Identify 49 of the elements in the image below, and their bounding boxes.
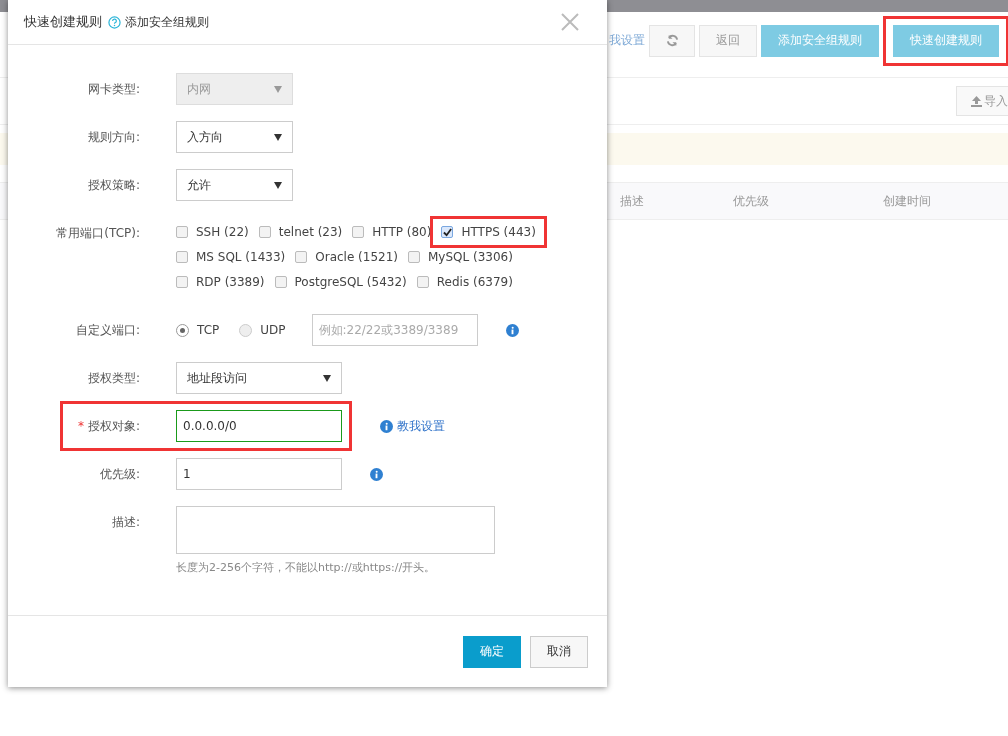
field-label: 优先级: <box>99 465 140 483</box>
port-checkbox[interactable]: MS SQL (1433) <box>176 250 286 264</box>
text-field[interactable]: 0.0.0.0/0 <box>176 410 342 442</box>
highlight-frame[interactable]: HTTPS (443) <box>430 216 547 248</box>
hint-text: 长度为2-256个字符，不能以http://或https://开头。 <box>176 560 437 575</box>
caret-icon <box>323 374 331 382</box>
port-checkbox[interactable]: MySQL (3306) <box>408 250 513 264</box>
close-icon[interactable] <box>561 13 579 31</box>
help-icon <box>108 15 121 29</box>
field-label: 常用端口(TCP): <box>56 224 140 242</box>
refresh-button[interactable] <box>649 24 695 57</box>
cancel-button[interactable]: 取消 <box>530 635 588 668</box>
upload-icon <box>971 95 982 107</box>
field-label: 规则方向: <box>87 128 140 146</box>
help-link[interactable]: 教我设置 <box>397 417 445 435</box>
port-field[interactable]: 例如:22/22或3389/3389 <box>311 314 478 346</box>
column-header: 描述 <box>620 192 645 210</box>
caret-icon <box>274 181 282 189</box>
port-checkbox[interactable]: PostgreSQL (5432) <box>274 275 407 289</box>
required-mark: * <box>77 419 84 433</box>
field-label: 自定义端口: <box>75 321 140 339</box>
field-label: 授权对象: <box>87 417 140 435</box>
port-checkbox[interactable]: Oracle (1521) <box>295 250 398 264</box>
radio-option[interactable]: TCP <box>176 314 220 346</box>
column-header: 优先级 <box>733 192 770 210</box>
text-field[interactable]: 1 <box>176 458 342 490</box>
field-label: 授权类型: <box>87 369 140 387</box>
port-checkbox[interactable]: HTTP (80) <box>352 225 432 239</box>
field-label: 授权策略: <box>87 176 140 194</box>
port-checkbox[interactable]: RDP (3389) <box>176 275 265 289</box>
radio-icon[interactable] <box>239 323 253 337</box>
dialog-subtitle: 添加安全组规则 <box>125 13 209 31</box>
caret-icon <box>274 133 282 141</box>
port-checkbox[interactable]: SSH (22) <box>176 225 249 239</box>
port-checkbox[interactable]: Redis (6379) <box>416 275 513 289</box>
refresh-icon <box>665 34 679 47</box>
column-header: 创建时间 <box>883 192 932 210</box>
field-label: 网卡类型: <box>87 80 140 98</box>
port-checkbox[interactable]: telnet (23) <box>258 225 343 239</box>
dialog-title: 快速创建规则 <box>24 13 102 31</box>
check-icon <box>442 227 452 237</box>
select-field[interactable]: 允许 <box>176 169 293 201</box>
radio-option[interactable]: UDP <box>239 314 286 346</box>
description-field[interactable] <box>176 506 495 554</box>
field-label: 描述: <box>111 513 140 531</box>
select-field[interactable]: 入方向 <box>176 121 293 153</box>
select-field[interactable]: 地址段访问 <box>176 362 342 394</box>
caret-icon <box>274 85 282 93</box>
radio-icon[interactable] <box>176 323 189 337</box>
